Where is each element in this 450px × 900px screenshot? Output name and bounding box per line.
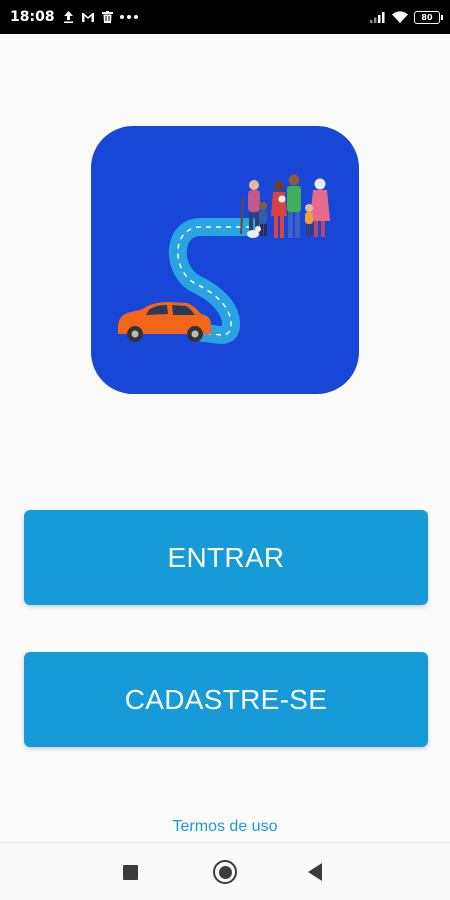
home-circle-icon[interactable]: [213, 860, 237, 884]
road-trip-illustration: [118, 174, 330, 344]
upload-icon: [63, 11, 74, 23]
signup-button[interactable]: CADASTRE-SE: [24, 652, 428, 747]
wifi-icon: [392, 8, 408, 27]
battery-level: 80: [421, 12, 433, 22]
status-bar: 18:08 80: [0, 0, 450, 34]
car-icon: [118, 302, 211, 342]
app-logo: [91, 126, 359, 394]
login-button[interactable]: ENTRAR: [24, 510, 428, 605]
battery-icon: 80: [414, 10, 443, 24]
back-triangle-icon[interactable]: [308, 863, 322, 881]
terms-of-use-link[interactable]: Termos de uso: [0, 818, 450, 836]
system-nav-bar: [0, 842, 450, 900]
status-time: 18:08: [10, 9, 55, 25]
more-icon: [119, 15, 138, 19]
square-icon[interactable]: [123, 865, 138, 880]
trash-icon: [101, 11, 113, 23]
gmail-icon: [81, 12, 95, 23]
signal-icon: [370, 8, 386, 27]
